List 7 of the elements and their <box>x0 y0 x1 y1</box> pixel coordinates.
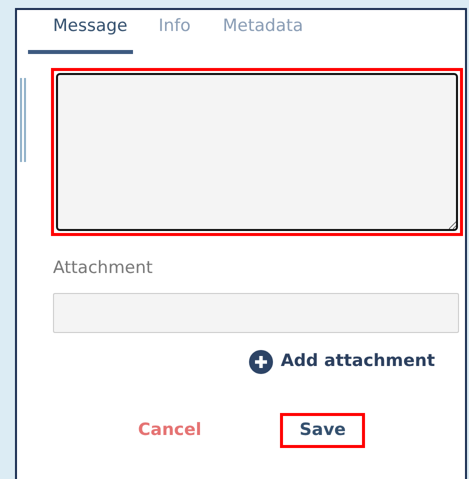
add-attachment-button[interactable]: Add attachment <box>248 349 435 374</box>
attachment-field[interactable] <box>53 293 459 333</box>
tab[interactable]: Message <box>28 10 133 54</box>
attachment-label: Attachment <box>53 256 154 280</box>
plus-icon <box>248 350 273 374</box>
save-button[interactable]: Save <box>280 412 365 448</box>
resize-grip[interactable] <box>20 78 26 162</box>
